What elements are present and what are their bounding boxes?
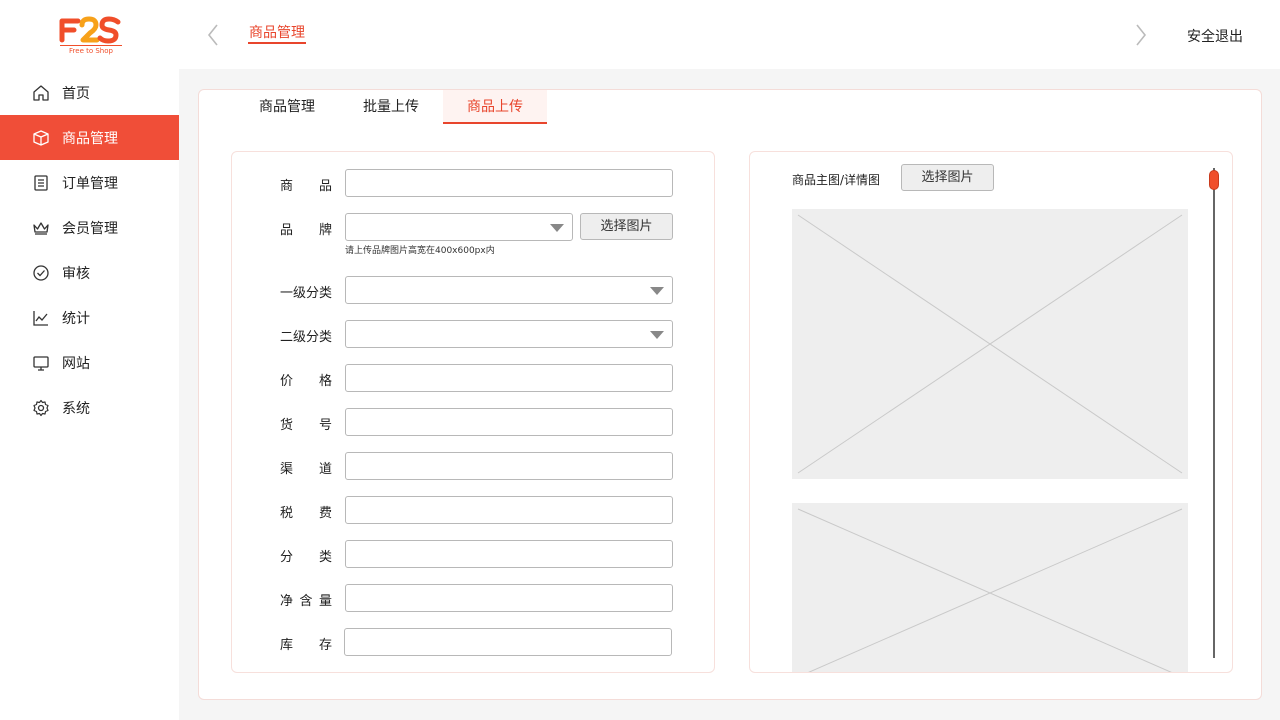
tax-label: 税费 (280, 506, 332, 521)
image-placeholder-icon (797, 214, 1183, 474)
channel-input[interactable] (345, 452, 673, 480)
category2-label: 二级分类 (280, 330, 333, 345)
tax-input[interactable] (345, 496, 673, 524)
sidebar-item-review[interactable]: 审核 (0, 250, 179, 295)
monitor-icon (32, 354, 50, 372)
header-tab-products[interactable]: 商品管理 (249, 22, 305, 42)
chevron-right-icon[interactable] (1131, 22, 1151, 48)
product-form-card: 商品 品牌 选择图片 请上传品牌图片高宽在400x600px内 一级分类 二级分… (231, 151, 715, 673)
form-row-brand: 品牌 选择图片 请上传品牌图片高宽在400x600px内 (232, 213, 716, 256)
line-chart-icon (32, 309, 50, 327)
category1-select[interactable] (345, 276, 673, 304)
tab-product-management[interactable]: 商品管理 (235, 90, 339, 124)
sidebar-item-products[interactable]: 商品管理 (0, 115, 179, 160)
sidebar-item-website[interactable]: 网站 (0, 340, 179, 385)
images-choose-button[interactable]: 选择图片 (901, 164, 994, 191)
brand-select[interactable] (345, 213, 573, 241)
sidebar-item-members[interactable]: 会员管理 (0, 205, 179, 250)
stock-input[interactable] (344, 628, 672, 656)
product-input[interactable] (345, 169, 673, 197)
check-circle-icon (32, 264, 50, 282)
product-label: 商品 (280, 179, 332, 194)
form-row-net: 净含量 (232, 584, 716, 612)
sidebar-item-label: 商品管理 (62, 130, 118, 147)
dropdown-caret-icon (650, 287, 664, 295)
sidebar-item-label: 审核 (62, 265, 90, 282)
form-row-price: 价格 (232, 364, 716, 392)
form-row-product: 商品 (232, 169, 716, 197)
crown-icon (32, 219, 50, 237)
logout-link[interactable]: 安全退出 (1187, 26, 1243, 46)
price-input[interactable] (345, 364, 673, 392)
header-tab-underline (248, 42, 306, 44)
channel-label: 渠道 (280, 462, 332, 477)
classify-label: 分类 (280, 550, 332, 565)
sidebar-item-label: 系统 (62, 400, 90, 417)
dropdown-caret-icon (650, 331, 664, 339)
chevron-left-icon[interactable] (203, 22, 223, 48)
sidebar-item-label: 统计 (62, 310, 90, 327)
form-row-channel: 渠道 (232, 452, 716, 480)
top-header: 商品管理 安全退出 (179, 0, 1280, 69)
main-panel: 商品管理 批量上传 商品上传 商品 品牌 选择图片 请上传品牌图片高宽在400x… (198, 89, 1262, 700)
classify-input[interactable] (345, 540, 673, 568)
detail-image-placeholder[interactable] (792, 503, 1188, 672)
image-scrollbar-thumb[interactable] (1209, 170, 1219, 190)
form-row-tax: 税费 (232, 496, 716, 524)
sku-input[interactable] (345, 408, 673, 436)
brand-image-hint: 请上传品牌图片高宽在400x600px内 (345, 246, 495, 256)
dropdown-caret-icon (550, 224, 564, 232)
clipboard-icon (32, 174, 50, 192)
form-row-sku: 货号 (232, 408, 716, 436)
image-placeholder-icon (797, 508, 1183, 672)
form-row-classify: 分类 (232, 540, 716, 568)
gear-icon (32, 399, 50, 417)
stock-label: 库存 (280, 638, 332, 653)
content-tabs: 商品管理 批量上传 商品上传 (235, 90, 547, 124)
net-content-label: 净含量 (280, 594, 332, 609)
tab-batch-upload[interactable]: 批量上传 (339, 90, 443, 124)
net-content-input[interactable] (345, 584, 673, 612)
sku-label: 货号 (280, 418, 332, 433)
form-row-category2: 二级分类 (232, 320, 716, 348)
home-icon (32, 84, 50, 102)
brand-choose-image-button[interactable]: 选择图片 (580, 213, 673, 240)
sidebar-item-label: 首页 (62, 85, 90, 102)
box-icon (32, 129, 50, 147)
sidebar-item-home[interactable]: 首页 (0, 70, 179, 115)
form-row-category1: 一级分类 (232, 276, 716, 304)
category2-select[interactable] (345, 320, 673, 348)
category1-label: 一级分类 (280, 286, 333, 301)
image-scrollbar-track[interactable] (1213, 168, 1215, 658)
sidebar-item-system[interactable]: 系统 (0, 385, 179, 430)
product-images-card: 商品主图/详情图 选择图片 (749, 151, 1233, 673)
images-title: 商品主图/详情图 (792, 173, 881, 187)
brand-label: 品牌 (280, 223, 332, 238)
price-label: 价格 (280, 374, 332, 389)
logo-underline (60, 45, 122, 46)
f2s-logo-icon (59, 16, 121, 44)
form-row-stock: 库存 (232, 628, 716, 656)
sidebar-nav: 首页 商品管理 订单管理 会员管理 审核 统计 网站 系统 (0, 70, 179, 430)
sidebar-item-stats[interactable]: 统计 (0, 295, 179, 340)
sidebar: Free to Shop 首页 商品管理 订单管理 会员管理 审核 统计 网站 … (0, 0, 179, 720)
main-image-placeholder[interactable] (792, 209, 1188, 479)
brand-tagline: Free to Shop (69, 47, 113, 55)
sidebar-item-label: 网站 (62, 355, 90, 372)
tab-product-upload[interactable]: 商品上传 (443, 90, 547, 124)
sidebar-item-label: 会员管理 (62, 220, 118, 237)
sidebar-item-orders[interactable]: 订单管理 (0, 160, 179, 205)
sidebar-item-label: 订单管理 (62, 175, 118, 192)
brand-logo[interactable]: Free to Shop (58, 16, 124, 56)
